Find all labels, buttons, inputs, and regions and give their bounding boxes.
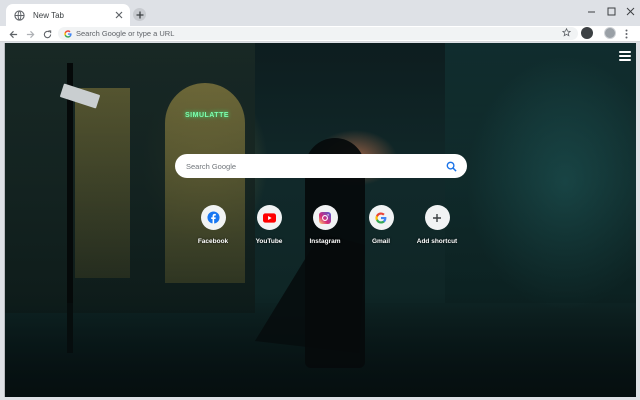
- tab-title: New Tab: [33, 10, 64, 20]
- reload-button[interactable]: [40, 27, 54, 41]
- neon-sign-text: SIMULATTE: [185, 112, 230, 119]
- arrow-left-icon: [9, 30, 17, 38]
- maximize-icon: [607, 7, 615, 15]
- shortcut-label: Facebook: [197, 238, 229, 245]
- extension-icon[interactable]: [581, 27, 593, 39]
- shortcut-icon-bg: [424, 205, 450, 230]
- plus-icon: [433, 213, 441, 222]
- bookmark-star-icon[interactable]: [561, 27, 571, 38]
- shortcut-tiles: Facebook YouTube Instagram Gmail Add sho…: [185, 205, 465, 255]
- tab-new-tab[interactable]: New Tab: [6, 4, 130, 26]
- instagram-icon: [319, 211, 331, 224]
- google-icon: [375, 211, 387, 224]
- hamburger-line: [619, 51, 631, 53]
- hamburger-line: [619, 55, 631, 57]
- close-tab-icon[interactable]: [114, 10, 124, 20]
- shortcut-label: YouTube: [255, 238, 283, 245]
- reload-icon: [43, 29, 51, 38]
- toolbar: Search Google or type a URL: [0, 26, 640, 42]
- shortcut-facebook[interactable]: Facebook: [185, 205, 241, 255]
- shortcut-instagram[interactable]: Instagram: [297, 205, 353, 255]
- background-window-left: [75, 88, 130, 278]
- new-tab-button[interactable]: [133, 8, 146, 21]
- forward-button[interactable]: [23, 27, 37, 41]
- shortcut-label: Instagram: [309, 238, 341, 245]
- hamburger-line: [619, 59, 631, 61]
- globe-icon: [14, 9, 25, 21]
- facebook-icon: [206, 211, 220, 224]
- shortcut-label: Add shortcut: [416, 238, 458, 245]
- kebab-menu-icon: [625, 29, 627, 38]
- more-menu-button[interactable]: [621, 27, 631, 40]
- google-search-box[interactable]: Search Google: [175, 154, 467, 178]
- omnibox[interactable]: Search Google or type a URL: [58, 27, 578, 40]
- profile-avatar[interactable]: [604, 27, 616, 39]
- shortcut-icon-bg: [200, 205, 226, 230]
- minimize-icon: [587, 11, 595, 12]
- shortcut-icon-bg: [256, 205, 282, 230]
- shortcut-icon-bg: [312, 205, 338, 230]
- maximize-button[interactable]: [605, 5, 617, 17]
- background-building-right: [445, 43, 636, 303]
- minimize-button[interactable]: [585, 5, 597, 17]
- google-icon: [64, 29, 72, 38]
- neon-sign: SIMULATTE: [177, 109, 233, 149]
- search-icon[interactable]: [446, 161, 457, 172]
- search-input[interactable]: Search Google: [186, 162, 446, 171]
- close-window-button[interactable]: [624, 5, 636, 17]
- shortcut-label: Gmail: [371, 238, 391, 245]
- youtube-icon: [262, 212, 276, 223]
- back-button[interactable]: [6, 27, 20, 41]
- new-tab-page: SIMULATTE Search Google Facebook YouTube: [4, 43, 636, 397]
- customize-menu-button[interactable]: [619, 51, 631, 61]
- shortcut-add[interactable]: Add shortcut: [409, 205, 465, 255]
- omnibox-placeholder: Search Google or type a URL: [76, 29, 175, 38]
- shortcut-gmail[interactable]: Gmail: [353, 205, 409, 255]
- close-icon: [626, 7, 634, 15]
- tab-strip: New Tab: [0, 0, 640, 26]
- shortcut-icon-bg: [368, 205, 394, 230]
- plus-icon: [136, 11, 143, 18]
- arrow-right-icon: [26, 30, 34, 38]
- shortcut-youtube[interactable]: YouTube: [241, 205, 297, 255]
